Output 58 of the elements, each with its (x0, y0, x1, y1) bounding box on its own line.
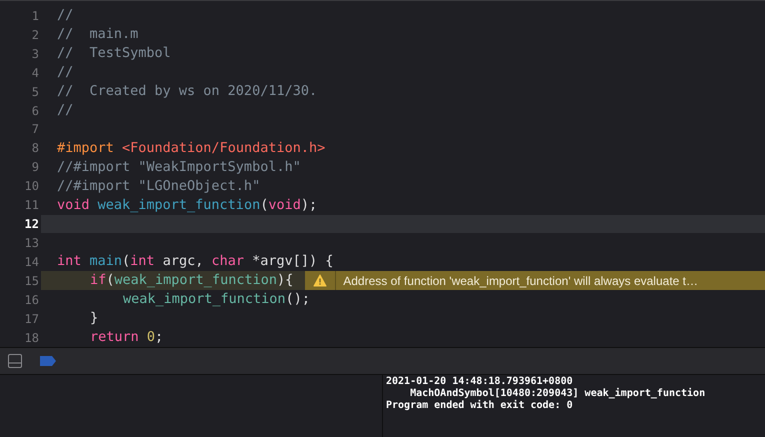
code-token: if (90, 271, 106, 290)
line-number: 9 (30, 159, 40, 176)
code-token: weak_import_function (123, 290, 286, 310)
line-number: 11 (24, 197, 40, 214)
warning-banner[interactable]: Address of function 'weak_import_function' will always evaluate t… (305, 271, 765, 290)
code-token: <Foundation/Foundation.h> (122, 139, 326, 158)
code-token: weak_import_function (114, 271, 277, 290)
code-token: char (211, 252, 244, 272)
code-token: // TestSymbol (57, 44, 171, 64)
line-number: 2 (30, 26, 40, 44)
code-token: main (90, 252, 122, 272)
code-token: int (130, 252, 155, 272)
code-token: ( (106, 271, 114, 290)
code-token: 0 (146, 328, 156, 347)
code-token: ); (300, 196, 318, 216)
code-token: //#import "LGOneObject.h" (57, 177, 260, 196)
code-token: void (57, 196, 91, 216)
code-token: // (57, 101, 74, 120)
code-token: ( (260, 196, 268, 216)
code-token: return (90, 328, 140, 347)
line-number: 3 (30, 46, 40, 62)
line-number: 12 (24, 216, 40, 233)
code-token: // Created by ws on 2020/11/30. (57, 82, 318, 102)
code-token: // main.m (57, 25, 138, 44)
line-number: 1 (30, 8, 40, 24)
line-number: 13 (24, 234, 40, 252)
line-number: 17 (24, 310, 40, 328)
code-token: (); (286, 290, 310, 310)
line-number: 7 (30, 121, 40, 138)
line-number: 5 (30, 84, 40, 100)
console-line: Program ended with exit code: 0 (386, 400, 573, 412)
code-token: ; (155, 328, 164, 347)
panel-toggle-icon[interactable] (8, 354, 22, 368)
code-token: #import (57, 139, 115, 158)
code-token: // (57, 63, 74, 82)
warning-icon (313, 274, 328, 288)
code-token: *argv[]) { (251, 252, 334, 272)
code-token: } (90, 309, 98, 328)
console-line: 2021-01-20 14:48:18.793961+0800 (386, 376, 573, 388)
line-number: 4 (30, 64, 40, 82)
code-token: // (57, 6, 74, 26)
line-number: 18 (24, 330, 40, 347)
warning-message: Address of function 'weak_import_function' will always evaluate t… (343, 272, 698, 290)
line-number: 16 (24, 292, 40, 309)
code-token: ( (122, 252, 130, 272)
line-number: 15 (24, 272, 40, 290)
line-number: 10 (24, 178, 40, 196)
line-number: 14 (24, 254, 40, 271)
code-token: weak_import_function (98, 196, 260, 216)
code-token: argc, (162, 252, 204, 272)
console-line: MachOAndSymbol[10480:209043] weak_import_function (409, 388, 706, 400)
line-number: 6 (30, 102, 40, 120)
line-number: 8 (30, 140, 40, 158)
code-token: ){ (276, 271, 294, 290)
breakpoint-icon[interactable] (40, 356, 56, 366)
code-token: //#import "WeakImportSymbol.h" (57, 158, 301, 178)
code-token: void (268, 196, 301, 216)
code-token: int (57, 252, 82, 272)
